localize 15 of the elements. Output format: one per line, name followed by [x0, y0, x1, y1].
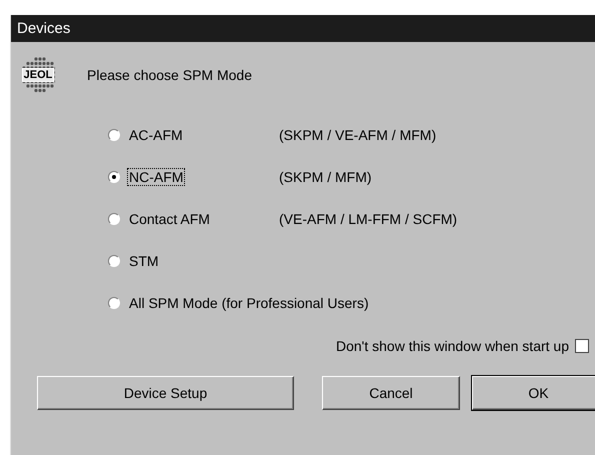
checkbox-label: Don't show this window when start up — [336, 338, 569, 354]
prompt-text: Please choose SPM Mode — [87, 67, 252, 83]
mode-label[interactable]: AC-AFM — [128, 127, 184, 143]
dialog-button[interactable]: Cancel — [322, 376, 460, 410]
mode-label[interactable]: Contact AFM — [128, 211, 211, 227]
mode-label[interactable]: STM — [128, 253, 160, 269]
mode-description: (VE-AFM / LM-FFM / SCFM) — [279, 211, 458, 227]
mode-label[interactable]: All SPM Mode (for Professional Users) — [128, 295, 370, 311]
dialog-button[interactable]: OK — [472, 376, 595, 410]
mode-description: (SKPM / MFM) — [279, 169, 372, 185]
mode-label[interactable]: NC-AFM — [128, 169, 184, 185]
mode-description: (SKPM / VE-AFM / MFM) — [279, 127, 436, 143]
window-title: Devices — [11, 15, 595, 42]
dialog-button[interactable]: Device Setup — [37, 376, 294, 410]
logo: JEOL — [22, 68, 54, 82]
